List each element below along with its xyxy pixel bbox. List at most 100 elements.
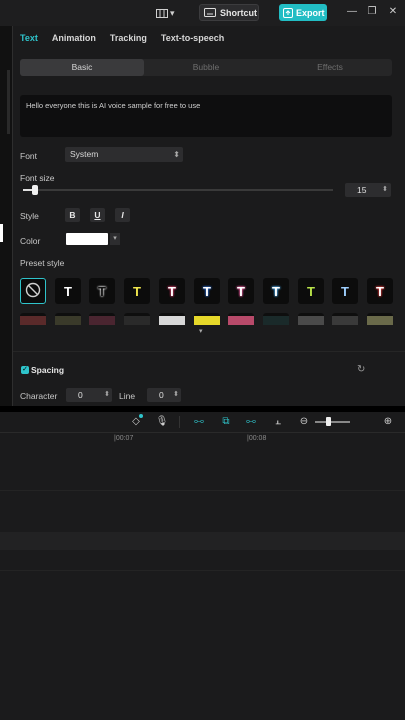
stepper-icon: ⬍ xyxy=(173,150,180,159)
track-divider xyxy=(0,490,405,491)
font-size-slider-handle[interactable] xyxy=(32,185,38,195)
preset-style-item[interactable]: T xyxy=(159,278,185,304)
chevron-down-icon[interactable]: ▾ xyxy=(110,233,120,245)
zoom-slider[interactable] xyxy=(315,421,350,423)
bold-button[interactable]: B xyxy=(65,208,80,222)
section-divider xyxy=(13,351,405,352)
segment-basic[interactable]: Basic xyxy=(20,59,144,76)
snap-icon[interactable]: ⧉ xyxy=(218,415,234,429)
preset-style-grid-row2 xyxy=(20,313,394,325)
italic-button[interactable]: I xyxy=(115,208,130,222)
keyboard-icon xyxy=(204,8,216,17)
font-size-input[interactable]: 15 ⬍ xyxy=(345,183,391,197)
property-tabs: Text Animation Tracking Text-to-speech xyxy=(13,26,231,50)
tab-animation[interactable]: Animation xyxy=(45,26,103,50)
main-track[interactable] xyxy=(0,532,405,550)
zoom-in-icon[interactable]: ⊕ xyxy=(382,415,394,429)
font-size-slider[interactable] xyxy=(23,185,333,195)
color-swatch[interactable] xyxy=(66,233,108,245)
stepper-icon: ⬍ xyxy=(173,391,179,398)
link-clips-icon[interactable]: ⧟ xyxy=(191,415,207,429)
preset-style-item[interactable]: T xyxy=(194,278,220,304)
character-spacing-label: Character xyxy=(20,391,58,401)
text-mode-segmented-control: Basic Bubble Effects xyxy=(20,59,392,76)
preset-style-item[interactable] xyxy=(159,313,185,325)
export-label: Export xyxy=(296,7,325,18)
preset-style-item[interactable]: T xyxy=(298,278,324,304)
spacing-checkbox[interactable]: ✓ xyxy=(21,366,29,374)
character-spacing-input[interactable]: 0 ⬍ xyxy=(66,388,112,402)
preset-style-item[interactable] xyxy=(367,313,393,325)
stepper-icon: ⬍ xyxy=(104,391,110,398)
line-spacing-label: Line xyxy=(119,391,136,401)
reset-icon[interactable]: ↻ xyxy=(357,364,365,375)
preset-style-item[interactable]: T xyxy=(263,278,289,304)
preset-style-item[interactable] xyxy=(20,313,46,325)
preset-style-item[interactable] xyxy=(124,313,150,325)
split-icon[interactable]: ⫠ xyxy=(270,415,286,429)
preset-style-item[interactable] xyxy=(332,313,358,325)
preset-glyph: T xyxy=(64,283,72,299)
underline-button[interactable]: U xyxy=(90,208,105,222)
text-properties-panel: Text Animation Tracking Text-to-speech B… xyxy=(12,26,405,406)
preset-glyph: T xyxy=(98,283,106,299)
spacing-label: Spacing xyxy=(31,365,65,375)
line-spacing-value: 0 xyxy=(159,390,164,400)
color-label: Color xyxy=(20,236,41,246)
preset-style-item[interactable]: T xyxy=(124,278,150,304)
layout-icon xyxy=(156,8,168,18)
expand-chevron-icon[interactable]: ▾ xyxy=(199,327,203,335)
preset-style-item[interactable] xyxy=(89,313,115,325)
microphone-icon[interactable]: 🎙︎ xyxy=(155,415,169,429)
tab-tracking[interactable]: Tracking xyxy=(103,26,154,50)
font-value: System xyxy=(70,149,99,159)
zoom-out-icon[interactable]: ⊖ xyxy=(298,415,310,429)
segment-effects[interactable]: Effects xyxy=(268,59,392,76)
preset-style-item[interactable] xyxy=(263,313,289,325)
marker-badge xyxy=(139,414,143,418)
preset-none[interactable] xyxy=(20,278,46,304)
chevron-down-icon: ▾ xyxy=(170,7,175,18)
preset-style-item[interactable] xyxy=(194,313,220,325)
shortcut-button[interactable]: Shortcut xyxy=(199,4,259,21)
preset-style-grid: TTTTTTTTTT xyxy=(20,278,394,304)
ruler-label: |00:07 xyxy=(114,435,134,442)
timeline-tracks[interactable] xyxy=(0,446,405,720)
preset-style-item[interactable]: T xyxy=(55,278,81,304)
preset-style-item[interactable] xyxy=(228,313,254,325)
left-panel-handle[interactable] xyxy=(0,224,3,242)
tab-text-to-speech[interactable]: Text-to-speech xyxy=(154,26,231,50)
restore-icon[interactable]: ❐ xyxy=(366,6,378,18)
preset-glyph: T xyxy=(237,283,245,299)
preview-axis-icon[interactable]: ⧟ xyxy=(243,415,259,429)
text-content-input[interactable]: Hello everyone this is AI voice sample f… xyxy=(20,95,392,137)
zoom-slider-handle[interactable] xyxy=(326,417,331,426)
preset-style-item[interactable] xyxy=(298,313,324,325)
preset-glyph: T xyxy=(272,283,280,299)
preset-style-item[interactable] xyxy=(55,313,81,325)
left-scrollbar[interactable] xyxy=(7,70,10,134)
no-style-icon xyxy=(25,282,41,301)
timeline-ruler[interactable]: |00:07 |00:08 xyxy=(0,432,405,446)
tab-text[interactable]: Text xyxy=(13,26,45,50)
preset-glyph: T xyxy=(133,283,141,299)
toolbar-divider xyxy=(179,416,180,428)
preset-glyph: T xyxy=(203,283,211,299)
preset-style-item[interactable]: T xyxy=(228,278,254,304)
export-button[interactable]: Export xyxy=(279,4,327,21)
preset-glyph: T xyxy=(341,283,349,299)
font-size-value: 15 xyxy=(357,185,367,195)
layout-button[interactable]: ▾ xyxy=(156,5,180,21)
close-icon[interactable]: ✕ xyxy=(387,6,399,18)
segment-bubble[interactable]: Bubble xyxy=(144,59,268,76)
preset-style-item[interactable]: T xyxy=(332,278,358,304)
ruler-label: |00:08 xyxy=(247,435,267,442)
font-select[interactable]: System ⬍ xyxy=(65,147,183,162)
minimize-icon[interactable]: — xyxy=(346,6,358,18)
upload-icon xyxy=(283,7,293,18)
preset-style-label: Preset style xyxy=(20,258,65,268)
line-spacing-input[interactable]: 0 ⬍ xyxy=(147,388,181,402)
preset-style-item[interactable]: T xyxy=(367,278,393,304)
font-size-label: Font size xyxy=(20,173,55,183)
preset-style-item[interactable]: T xyxy=(89,278,115,304)
